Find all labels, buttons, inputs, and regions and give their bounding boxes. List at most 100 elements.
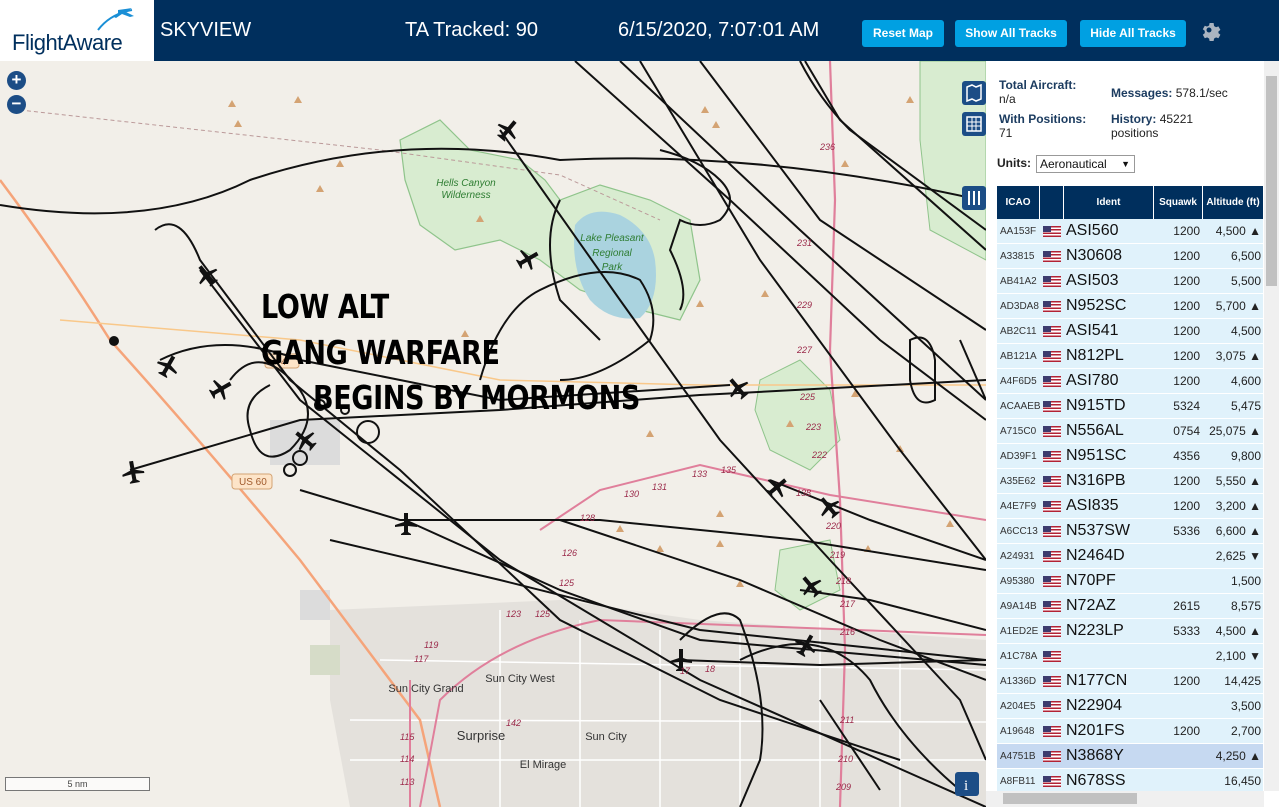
- table-row[interactable]: A204E5 N22904 3,500: [997, 694, 1263, 719]
- aircraft-icon[interactable]: [723, 373, 754, 404]
- cell-squawk: 5333: [1173, 624, 1200, 638]
- cell-altitude: 25,075 ▲: [1209, 424, 1261, 438]
- table-row[interactable]: A19648 N201FS 1200 2,700: [997, 719, 1263, 744]
- cell-icao: ACAAEB: [1000, 400, 1041, 412]
- table-row[interactable]: A4E7F9 ASI835 1200 3,200 ▲: [997, 494, 1263, 519]
- hide-all-tracks-button[interactable]: Hide All Tracks: [1080, 20, 1186, 47]
- table-body: AA153F ASI560 1200 4,500 ▲ A33815 N30608 1200 6…: [997, 219, 1263, 794]
- table-row[interactable]: A1336D N177CN 1200 14,425: [997, 669, 1263, 694]
- flightaware-logo[interactable]: FlightAware: [0, 0, 154, 61]
- cell-squawk: 1200: [1173, 274, 1200, 288]
- cell-ident: N915TD: [1066, 397, 1126, 414]
- table-row[interactable]: AA153F ASI560 1200 4,500 ▲: [997, 219, 1263, 244]
- cell-ident: N678SS: [1066, 772, 1126, 789]
- cell-squawk: 1200: [1173, 374, 1200, 388]
- table-row[interactable]: A9A14B N72AZ 2615 8,575: [997, 594, 1263, 619]
- table-row[interactable]: A715C0 N556AL 0754 25,075 ▲: [997, 419, 1263, 444]
- table-row[interactable]: AD39F1 N951SC 4356 9,800: [997, 444, 1263, 469]
- us-flag-icon: [1043, 625, 1061, 637]
- svg-text:133: 133: [692, 469, 707, 479]
- svg-text:211: 211: [839, 715, 854, 725]
- us-flag-icon: [1043, 550, 1061, 562]
- cell-icao: A33815: [1000, 250, 1035, 262]
- units-select[interactable]: Aeronautical ▼: [1036, 155, 1135, 173]
- grid-icon: [966, 116, 982, 132]
- us-flag-icon: [1043, 500, 1061, 512]
- cell-ident: N316PB: [1066, 472, 1126, 489]
- toggle-columns-button[interactable]: [962, 186, 986, 210]
- col-header-squawk[interactable]: Squawk: [1154, 186, 1203, 219]
- cell-altitude: 16,450: [1224, 774, 1261, 788]
- cell-ident: ASI560: [1066, 222, 1119, 239]
- aircraft-table[interactable]: ICAO Ident Squawk Altitude (ft) AA153F AS…: [997, 186, 1263, 794]
- cell-altitude: 5,550 ▲: [1215, 474, 1261, 488]
- col-header-flag[interactable]: [1040, 186, 1064, 219]
- cell-altitude: 4,500: [1230, 324, 1261, 338]
- table-row[interactable]: A35E62 N316PB 1200 5,550 ▲: [997, 469, 1263, 494]
- svg-text:131: 131: [652, 482, 667, 492]
- gear-icon[interactable]: [1197, 18, 1221, 42]
- table-row[interactable]: A24931 N2464D 2,625 ▼: [997, 544, 1263, 569]
- cell-icao: A4751B: [1000, 750, 1036, 762]
- show-all-tracks-button[interactable]: Show All Tracks: [955, 20, 1067, 47]
- table-row[interactable]: A95380 N70PF 1,500: [997, 569, 1263, 594]
- cell-ident: N30608: [1066, 247, 1123, 264]
- map-layers-button[interactable]: [962, 81, 986, 105]
- cell-ident: N3868Y: [1066, 747, 1124, 764]
- messages-value: 578.1/sec: [1175, 86, 1228, 100]
- table-row[interactable]: AB121A N812PL 1200 3,075 ▲: [997, 344, 1263, 369]
- columns-icon: [968, 191, 980, 205]
- aircraft-icon[interactable]: [192, 260, 223, 291]
- col-header-icao[interactable]: ICAO: [997, 186, 1040, 219]
- cell-altitude: 9,800: [1230, 449, 1261, 463]
- cell-altitude: 2,100 ▼: [1215, 649, 1261, 663]
- svg-text:231: 231: [796, 238, 812, 248]
- table-row[interactable]: A1C78A 2,100 ▼: [997, 644, 1263, 669]
- zoom-in-button[interactable]: +: [7, 71, 26, 90]
- horizontal-scrollbar-thumb[interactable]: [1003, 793, 1137, 804]
- cell-flag: [1040, 225, 1064, 237]
- table-row[interactable]: AB2C11 ASI541 1200 4,500: [997, 319, 1263, 344]
- cell-ident: N223LP: [1066, 622, 1124, 639]
- table-row[interactable]: A6CC13 N537SW 5336 6,600 ▲: [997, 519, 1263, 544]
- table-row[interactable]: AB41A2 ASI503 1200 5,500: [997, 269, 1263, 294]
- svg-text:125: 125: [559, 578, 575, 588]
- zoom-out-button[interactable]: −: [7, 95, 26, 114]
- aircraft-icon[interactable]: [120, 459, 145, 484]
- col-header-ident[interactable]: Ident: [1064, 186, 1154, 219]
- table-row[interactable]: A4751B N3868Y 4,250 ▲: [997, 744, 1263, 769]
- svg-text:128: 128: [580, 513, 595, 523]
- table-row[interactable]: ACAAEB N915TD 5324 5,475: [997, 394, 1263, 419]
- svg-text:229: 229: [796, 300, 812, 310]
- svg-text:236: 236: [819, 142, 835, 152]
- with-positions-label: With Positions:: [999, 112, 1087, 126]
- cell-flag: [1040, 475, 1064, 487]
- aircraft-icon[interactable]: [395, 513, 417, 535]
- cell-ident: ASI835: [1066, 497, 1119, 514]
- grid-overlay-button[interactable]: [962, 112, 986, 136]
- table-row[interactable]: A4F6D5 ASI780 1200 4,600: [997, 369, 1263, 394]
- cell-ident: N177CN: [1066, 672, 1128, 689]
- history-stat: History: 45221 positions: [1111, 112, 1193, 140]
- col-header-altitude[interactable]: Altitude (ft): [1203, 186, 1263, 219]
- vertical-scrollbar-thumb[interactable]: [1266, 76, 1277, 286]
- cell-squawk: 1200: [1173, 499, 1200, 513]
- cell-altitude: 4,250 ▲: [1215, 749, 1261, 763]
- cell-icao: A95380: [1000, 575, 1035, 587]
- map-area[interactable]: Hells Canyon Wilderness Lake Pleasant Regio…: [0, 61, 986, 807]
- reset-map-button[interactable]: Reset Map: [862, 20, 944, 47]
- table-row[interactable]: AD3DA8 N952SC 1200 5,700 ▲: [997, 294, 1263, 319]
- map-canvas[interactable]: Hells CanyonWilderness Lake Pleasant Regio…: [0, 61, 986, 807]
- cell-flag: [1040, 350, 1064, 362]
- info-button[interactable]: i: [955, 772, 979, 796]
- table-row[interactable]: A33815 N30608 1200 6,500: [997, 244, 1263, 269]
- table-row[interactable]: A1ED2E N223LP 5333 4,500 ▲: [997, 619, 1263, 644]
- us-flag-icon: [1043, 325, 1061, 337]
- place-label: Sun City: [585, 731, 627, 743]
- cell-squawk: 1200: [1173, 324, 1200, 338]
- with-positions-stat: With Positions: 71: [999, 112, 1086, 140]
- us-flag-icon: [1043, 675, 1061, 687]
- place-label: Sun City Grand: [388, 683, 463, 695]
- us-flag-icon: [1043, 750, 1061, 762]
- cell-flag: [1040, 650, 1064, 662]
